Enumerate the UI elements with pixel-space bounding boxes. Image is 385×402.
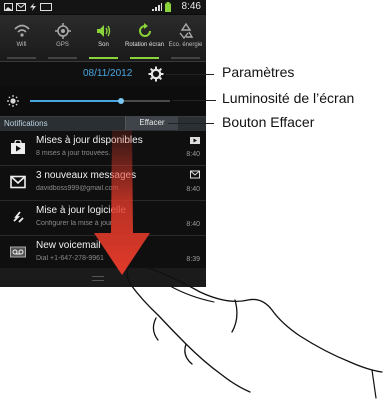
mail-badge-icon xyxy=(190,170,200,179)
toggle-gps[interactable]: GPS xyxy=(42,15,83,61)
notification-title: Mises à jour disponibles xyxy=(36,135,143,146)
notification-time: 8:40 xyxy=(186,221,200,228)
callout-settings: Paramètres xyxy=(222,64,295,80)
toggle-sound[interactable]: Son xyxy=(83,15,124,61)
brightness-slider-fill xyxy=(30,100,121,102)
rotation-icon xyxy=(139,23,151,37)
notification-time: 8:40 xyxy=(186,186,200,193)
toggle-state-bar xyxy=(89,57,118,59)
status-time: 8:46 xyxy=(181,1,201,12)
notification-title: 3 nouveaux messages xyxy=(36,170,137,181)
quick-settings-bar: Wifi GPS Son Rotation écran Eco. énergie xyxy=(0,15,206,62)
notification-subtitle: 8 mises à jour trouvées. xyxy=(36,150,111,157)
toggle-wifi[interactable]: Wifi xyxy=(1,15,42,61)
status-bar: 8:46 xyxy=(0,0,206,14)
toggle-state-bar xyxy=(7,57,36,59)
mail-status-icon xyxy=(16,3,26,11)
notification-subtitle: Configurer la mise à jour xyxy=(36,220,113,227)
notification-panel: 8:46 Wifi GPS Son Rotation écran Eco. én… xyxy=(0,0,206,287)
brightness-slider-thumb[interactable] xyxy=(118,98,124,104)
gps-icon xyxy=(55,23,71,39)
callout-line-brightness xyxy=(172,100,216,101)
wifi-icon xyxy=(14,24,30,37)
panel-drag-handle[interactable] xyxy=(0,268,206,287)
toggle-label: GPS xyxy=(56,42,69,48)
notification-title: New voicemail xyxy=(36,240,101,251)
play-store-icon xyxy=(11,140,25,154)
toggle-label: Wifi xyxy=(16,42,27,48)
play-store-badge-icon xyxy=(190,137,200,144)
update-icon xyxy=(13,211,24,223)
callout-brightness: Luminosité de l’écran xyxy=(222,90,355,106)
mail-icon xyxy=(10,175,26,189)
callout-line-settings xyxy=(166,74,214,75)
date-label: 08/11/2012 xyxy=(83,68,133,79)
brightness-slider[interactable] xyxy=(30,98,170,104)
notification-item[interactable]: Mises à jour disponibles 8 mises à jour … xyxy=(0,131,206,166)
toggle-label: Son xyxy=(98,42,109,48)
toggle-rotation[interactable]: Rotation écran xyxy=(124,15,165,61)
settings-gear-icon[interactable] xyxy=(148,66,164,82)
toggle-state-bar xyxy=(130,57,159,59)
handle-grip-icon xyxy=(92,276,104,281)
notification-time: 8:39 xyxy=(186,256,200,263)
photo-icon xyxy=(4,3,13,11)
notification-item[interactable]: 3 nouveaux messages davidboss999@gmail.c… xyxy=(0,166,206,201)
sound-icon xyxy=(97,25,111,37)
voicemail-icon xyxy=(10,246,26,258)
notification-item[interactable]: Mise à jour logicielle Configurer la mis… xyxy=(0,201,206,236)
toggle-state-bar xyxy=(48,57,77,59)
toggle-label: Rotation écran xyxy=(124,42,165,48)
notification-time: 8:40 xyxy=(186,151,200,158)
callout-clear: Bouton Effacer xyxy=(222,114,315,130)
battery-icon xyxy=(165,2,171,12)
notifications-label: Notifications xyxy=(4,119,48,128)
callout-line-clear xyxy=(168,123,214,124)
signal-icon xyxy=(152,3,162,11)
notification-title: Mise à jour logicielle xyxy=(36,205,127,216)
brightness-sun-icon xyxy=(7,95,19,107)
toggle-power-saving[interactable]: Eco. énergie xyxy=(165,15,206,61)
lightning-icon xyxy=(30,3,36,11)
notification-subtitle: Dial +1-647-278-9961 xyxy=(36,255,104,262)
toggle-label: Eco. énergie xyxy=(168,42,203,48)
notification-item[interactable]: New voicemail Dial +1-647-278-9961 8:39 xyxy=(0,236,206,271)
notification-subtitle: davidboss999@gmail.com xyxy=(36,185,119,192)
keyboard-status-icon xyxy=(40,3,52,11)
toggle-state-bar xyxy=(171,57,200,59)
recycle-icon xyxy=(179,22,194,40)
